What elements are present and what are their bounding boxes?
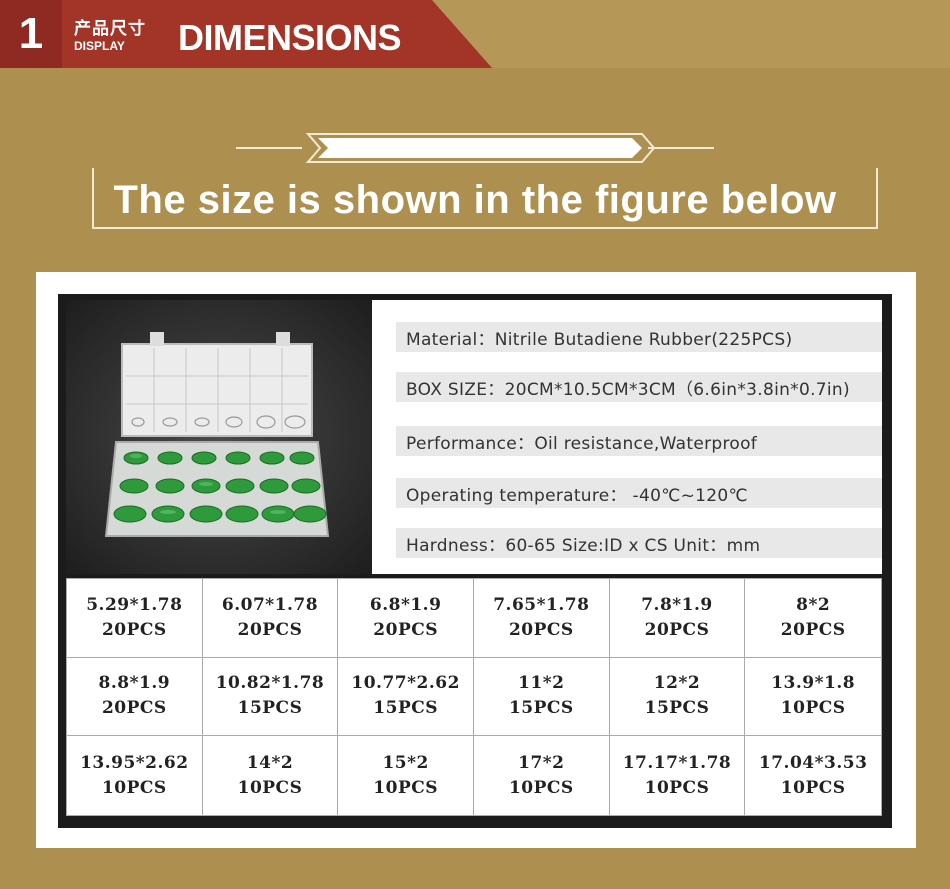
size-qty: 10PCS <box>780 698 846 719</box>
size-cell: 10.82*1.78 15PCS <box>202 657 339 737</box>
size-qty: 20PCS <box>237 619 303 640</box>
size-qty: 10PCS <box>373 777 439 798</box>
size-cell: 13.95*2.62 10PCS <box>67 736 203 815</box>
size-value: 12*2 <box>653 673 701 694</box>
size-qty: 20PCS <box>780 619 846 640</box>
size-cell: 7.65*1.78 20PCS <box>474 579 610 658</box>
size-qty: 10PCS <box>237 777 303 798</box>
size-qty: 20PCS <box>101 619 167 640</box>
size-value: 17.17*1.78 <box>622 752 732 773</box>
size-cell: 8*2 20PCS <box>745 579 881 658</box>
size-value: 8*2 <box>796 594 831 615</box>
size-value: 17*2 <box>518 752 565 773</box>
size-qty: 20PCS <box>373 619 439 640</box>
size-qty: 10PCS <box>508 777 574 798</box>
size-qty: 20PCS <box>101 698 167 719</box>
size-qty: 10PCS <box>644 777 710 798</box>
size-cell: 17*2 10PCS <box>474 736 610 815</box>
size-cell: 10.77*2.62 15PCS <box>338 657 474 737</box>
size-value: 13.95*2.62 <box>80 752 189 773</box>
size-value: 7.8*1.9 <box>641 594 713 615</box>
size-cell: 12*2 15PCS <box>609 657 746 737</box>
size-cell: 8.8*1.9 20PCS <box>67 657 203 737</box>
spec-box-size: BOX SIZE：20CM*10.5CM*3CM（6.6in*3.8in*0.7… <box>396 372 882 402</box>
spec-material: Material：Nitrile Butadiene Rubber(225PCS… <box>396 322 882 352</box>
size-cell: 7.8*1.9 20PCS <box>609 579 746 658</box>
size-qty: 15PCS <box>237 698 303 719</box>
size-qty: 15PCS <box>644 698 710 719</box>
spec-performance: Performance：Oil resistance,Waterproof <box>396 426 882 456</box>
size-value: 10.77*2.62 <box>351 673 460 694</box>
size-cell: 5.29*1.78 20PCS <box>67 579 203 658</box>
header-title: DIMENSIONS <box>178 17 402 58</box>
size-cell: 6.8*1.9 20PCS <box>338 579 474 658</box>
size-value: 13.9*1.8 <box>771 673 856 694</box>
size-value: 10.82*1.78 <box>215 673 325 694</box>
size-qty: 10PCS <box>101 777 167 798</box>
size-qty: 20PCS <box>508 619 574 640</box>
spec-hardness: Hardness：60-65 Size:ID x CS Unit：mm <box>396 528 882 558</box>
size-value: 17.04*3.53 <box>758 752 868 773</box>
section-number: 1 <box>0 0 62 68</box>
size-table: 5.29*1.78 20PCS 6.07*1.78 20PCS 6.8*1.9 20P… <box>66 578 882 816</box>
spec-temperature: Operating temperature： -40℃~120℃ <box>396 478 882 508</box>
size-cell: 6.07*1.78 20PCS <box>202 579 339 658</box>
size-cell: 17.17*1.78 10PCS <box>610 736 746 815</box>
size-value: 6.07*1.78 <box>221 594 319 615</box>
banner-title: The size is shown in the figure below <box>113 178 837 222</box>
header-cn-label: 产品尺寸 <box>74 19 146 38</box>
size-value: 5.29*1.78 <box>86 594 183 615</box>
ribbon-decoration <box>236 130 714 166</box>
size-value: 8.8*1.9 <box>98 673 171 694</box>
size-value: 7.65*1.78 <box>493 594 590 615</box>
size-qty: 10PCS <box>780 777 846 798</box>
size-cell: 13.9*1.8 10PCS <box>745 658 881 737</box>
size-value: 14*2 <box>246 752 294 773</box>
size-qty: 20PCS <box>644 619 710 640</box>
size-qty: 15PCS <box>508 698 574 719</box>
size-cell: 15*2 10PCS <box>338 736 474 815</box>
product-photo <box>66 300 372 574</box>
spec-panel: Material：Nitrile Butadiene Rubber(225PCS… <box>372 300 882 574</box>
size-value: 6.8*1.9 <box>369 594 442 615</box>
size-qty: 15PCS <box>373 698 439 719</box>
size-value: 15*2 <box>382 752 429 773</box>
size-cell: 14*2 10PCS <box>203 736 339 815</box>
header-en-label: DISPLAY <box>74 39 125 53</box>
size-value: 11*2 <box>518 673 565 694</box>
size-cell: 11*2 15PCS <box>474 657 610 737</box>
size-cell: 17.04*3.53 10PCS <box>745 736 881 815</box>
